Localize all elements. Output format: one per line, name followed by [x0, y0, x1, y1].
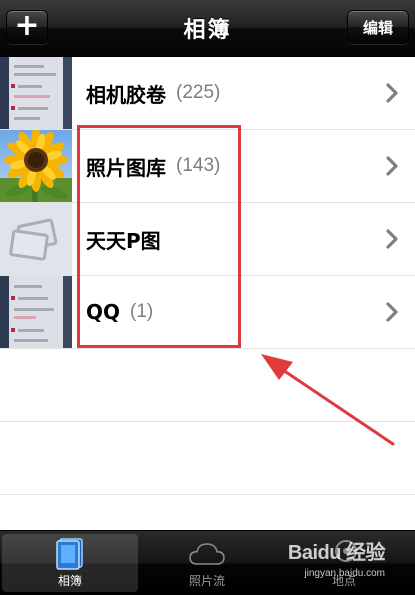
tab-albums[interactable]: 相簿 [2, 534, 138, 592]
annotation-arrow [261, 354, 395, 446]
album-row-camera-roll[interactable]: 相机胶卷 (225) [0, 57, 415, 130]
edit-button[interactable]: 编辑 [347, 10, 409, 44]
empty-album-thumbnail [0, 203, 72, 275]
album-count: (225) [176, 82, 221, 103]
annotation-highlight-box [77, 125, 241, 348]
chevron-right-icon [386, 302, 398, 322]
chevron-right-icon [386, 83, 398, 103]
album-name: 相机胶卷 [86, 82, 166, 107]
baidu-watermark: Baidu 经验 [287, 542, 386, 564]
chevron-right-icon [386, 229, 398, 249]
screenshot-thumbnail [0, 57, 72, 129]
chevron-right-icon [386, 156, 398, 176]
screenshot-thumbnail [0, 276, 72, 348]
albums-icon [56, 538, 83, 570]
sunflower-thumbnail [0, 130, 72, 202]
tab-label: 照片流 [188, 574, 225, 588]
cloud-icon [189, 543, 225, 565]
baidu-watermark-url: jingyan.baidu.com [304, 568, 385, 579]
tab-label: 相簿 [57, 574, 82, 588]
tab-photo-stream[interactable]: 照片流 [139, 534, 275, 592]
navigation-bar: + 相簿 编辑 [0, 0, 415, 57]
